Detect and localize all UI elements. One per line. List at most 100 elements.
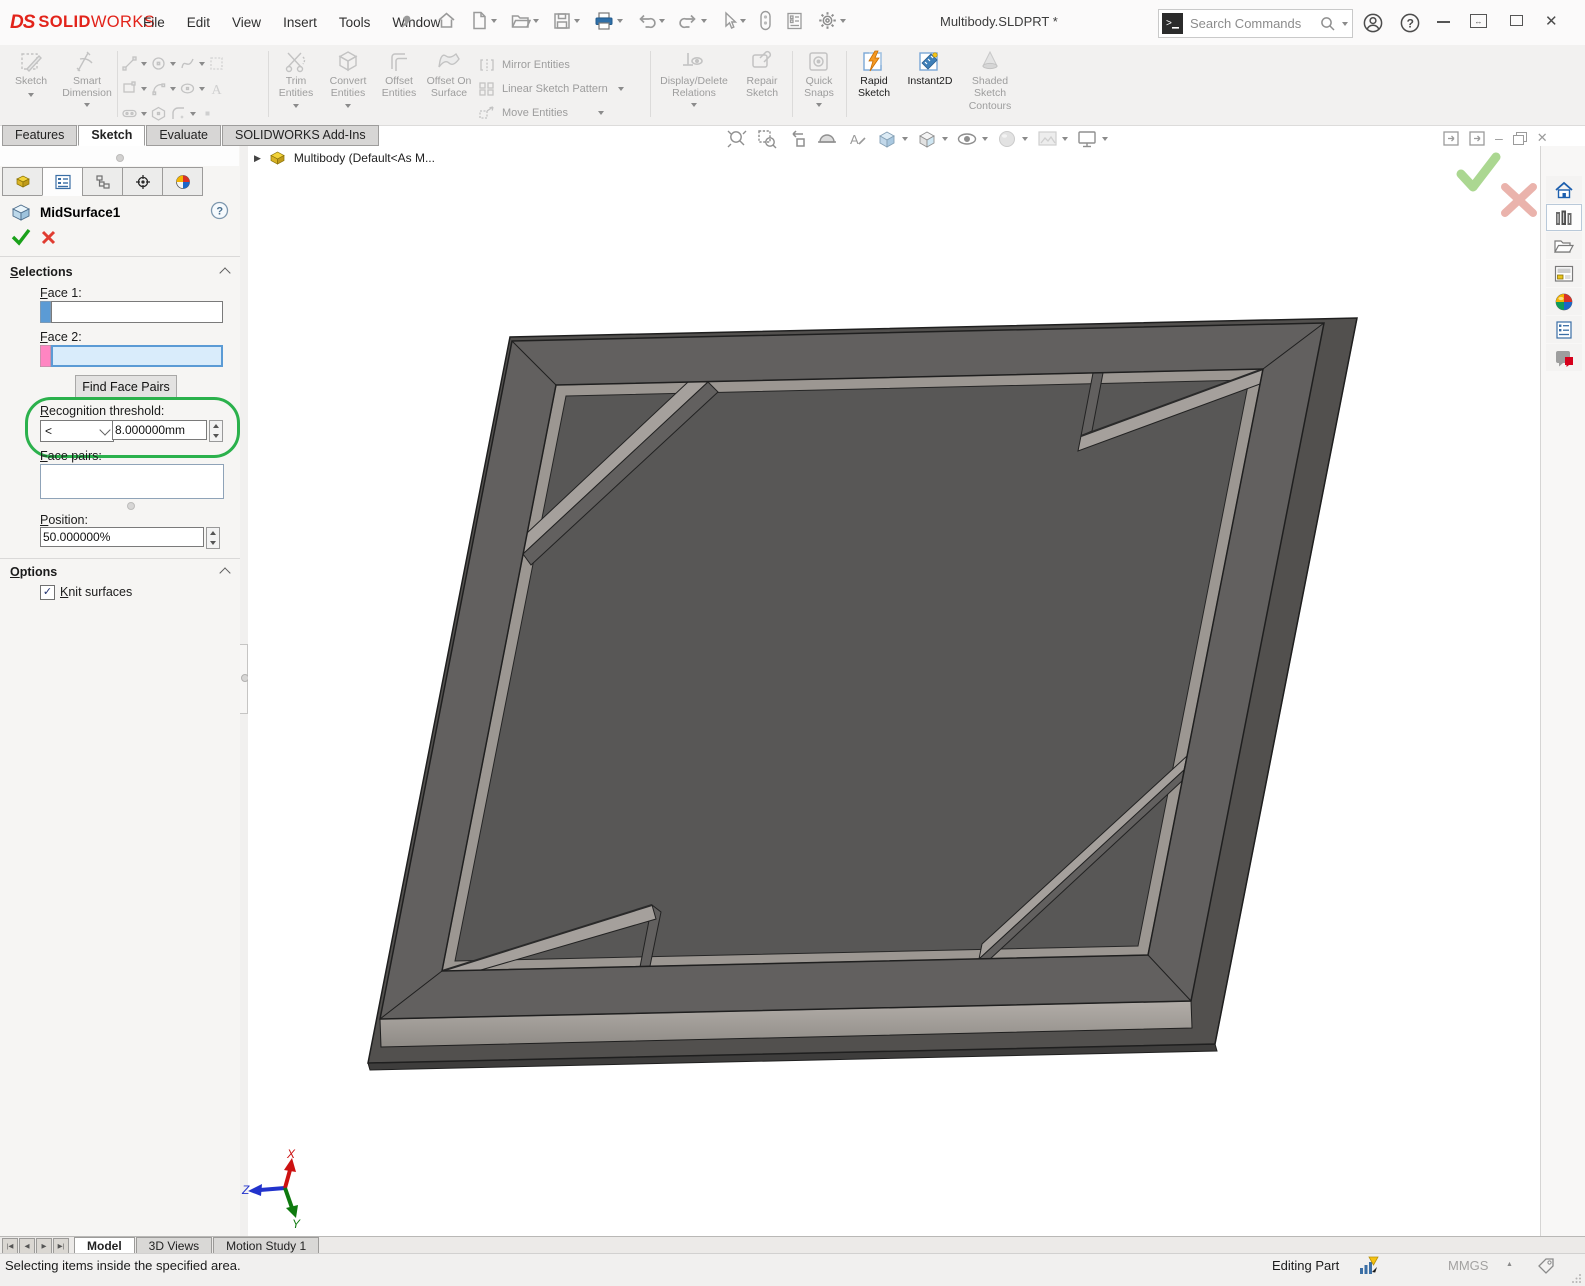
repair-sketch-button[interactable]: Repair Sketch: [736, 49, 788, 100]
annotations-icon[interactable]: A: [846, 128, 868, 150]
search-caret-icon[interactable]: [1342, 22, 1348, 26]
solidworks-forum-icon[interactable]: [1546, 344, 1582, 371]
search-icon[interactable]: [1319, 15, 1337, 33]
linear-sketch-pattern-button[interactable]: Linear Sketch Pattern: [478, 77, 646, 101]
status-units[interactable]: MMGS: [1448, 1258, 1488, 1273]
section-view-icon[interactable]: [816, 128, 838, 150]
nav-next-button[interactable]: ▶: [36, 1238, 52, 1254]
save-button[interactable]: [550, 9, 582, 33]
confirmation-ok-icon[interactable]: [1455, 152, 1501, 192]
select-button[interactable]: [718, 9, 748, 33]
custom-properties-icon[interactable]: [1546, 316, 1582, 343]
nav-last-button[interactable]: ▶|: [53, 1238, 69, 1254]
tab-features[interactable]: Features: [2, 125, 77, 146]
face2-selection-box-active[interactable]: [51, 345, 223, 367]
close-document-icon[interactable]: ✕: [1537, 130, 1548, 146]
collapse-options-icon[interactable]: [219, 567, 230, 578]
offset-on-surface-button[interactable]: Offset On Surface: [424, 49, 474, 100]
previous-view-icon[interactable]: [786, 128, 808, 150]
pin-icon[interactable]: [396, 13, 414, 34]
zoom-to-fit-icon[interactable]: [726, 128, 748, 150]
options-list-icon[interactable]: [783, 9, 806, 33]
open-button[interactable]: [508, 8, 541, 33]
position-value-input[interactable]: [40, 527, 204, 547]
menu-insert[interactable]: Insert: [272, 0, 328, 45]
display-style-button[interactable]: [916, 128, 948, 150]
collapse-selections-icon[interactable]: [219, 267, 230, 278]
search-commands-box[interactable]: >: [1158, 9, 1353, 38]
flyout-feature-tree[interactable]: ▶ Multibody (Default<As M...: [254, 150, 435, 166]
fillet-tool-icon[interactable]: [170, 105, 187, 122]
convert-entities-button[interactable]: Convert Entities: [322, 49, 374, 108]
knit-surfaces-checkbox[interactable]: ✓: [40, 585, 55, 600]
point-tool-icon[interactable]: [199, 105, 216, 122]
appearances-scenes-icon[interactable]: [1546, 288, 1582, 315]
sketch-tool-button[interactable]: Sketch: [6, 49, 56, 97]
panel-resize-grip[interactable]: [116, 154, 124, 162]
caret-down-icon[interactable]: [491, 19, 497, 23]
circle-tool-icon[interactable]: [150, 55, 167, 72]
menu-file[interactable]: File: [132, 0, 176, 45]
task-pane-home-icon[interactable]: [1546, 176, 1582, 203]
design-library-icon[interactable]: [1546, 204, 1582, 231]
edit-appearance-button[interactable]: [996, 128, 1028, 150]
tab-display-manager[interactable]: [162, 167, 203, 196]
new-document-button[interactable]: [468, 8, 499, 33]
tab-feature-manager[interactable]: [2, 167, 43, 196]
print-button[interactable]: [591, 9, 625, 33]
minimize-document-icon[interactable]: –: [1495, 130, 1503, 146]
resize-grip[interactable]: [1572, 1273, 1582, 1283]
offset-entities-button[interactable]: Offset Entities: [376, 49, 422, 100]
listbox-resize-grip[interactable]: [127, 502, 135, 510]
file-explorer-icon[interactable]: [1546, 232, 1582, 259]
tab-configuration-manager[interactable]: [82, 167, 123, 196]
view-orientation-button[interactable]: [876, 128, 908, 150]
zoom-to-area-icon[interactable]: [756, 128, 778, 150]
minimize-button[interactable]: [1437, 21, 1450, 23]
find-face-pairs-button[interactable]: Find Face Pairs: [75, 375, 177, 398]
contour-select-tool-icon[interactable]: [208, 55, 225, 72]
view-settings-button[interactable]: [1076, 128, 1108, 150]
trim-entities-button[interactable]: Trim Entities: [272, 49, 320, 108]
threshold-spinner[interactable]: [209, 420, 223, 442]
tree-expander-icon[interactable]: ▶: [254, 153, 261, 164]
tab-solidworks-add-ins[interactable]: SOLIDWORKS Add-Ins: [222, 125, 379, 146]
menu-view[interactable]: View: [221, 0, 272, 45]
cancel-button[interactable]: [40, 229, 57, 249]
shaded-sketch-contours-button[interactable]: Shaded Sketch Contours: [962, 49, 1018, 112]
options-header[interactable]: Options: [10, 565, 57, 579]
apply-scene-button[interactable]: [1036, 128, 1068, 150]
settings-gear-icon[interactable]: [815, 8, 848, 33]
face1-selection-box[interactable]: [51, 301, 223, 323]
move-entities-button[interactable]: Move Entities: [478, 101, 646, 125]
undo-button[interactable]: [634, 9, 667, 32]
tab-evaluate[interactable]: Evaluate: [146, 125, 221, 146]
tag-icon[interactable]: [1536, 1257, 1556, 1276]
menu-edit[interactable]: Edit: [176, 0, 221, 45]
face-pairs-listbox[interactable]: [40, 464, 224, 499]
nav-prev-button[interactable]: ◀: [19, 1238, 35, 1254]
model-floor-face[interactable]: [455, 380, 1249, 961]
tab-property-manager[interactable]: [42, 167, 83, 196]
view-palette-icon[interactable]: [1546, 260, 1582, 287]
tab-sketch[interactable]: Sketch: [78, 125, 145, 146]
menu-tools[interactable]: Tools: [328, 0, 382, 45]
smart-dimension-button[interactable]: Smart Dimension: [58, 49, 116, 107]
home-button[interactable]: [434, 8, 459, 33]
rectangle-tool-icon[interactable]: [121, 80, 138, 97]
instant2d-button[interactable]: Instant2D: [902, 49, 958, 87]
restore-document-icon[interactable]: [1513, 132, 1527, 144]
tab-dimxpert-manager[interactable]: [122, 167, 163, 196]
tab-3d-views[interactable]: 3D Views: [136, 1237, 212, 1255]
span-displays-button[interactable]: ↔: [1470, 14, 1487, 28]
selections-header[interactable]: Selections: [10, 265, 73, 279]
performance-warning-icon[interactable]: [1358, 1256, 1380, 1275]
tree-root-label[interactable]: Multibody (Default<As M...: [294, 151, 435, 165]
touch-mode-icon[interactable]: [757, 8, 774, 33]
panel-help-icon[interactable]: ?: [210, 201, 229, 223]
threshold-value-input[interactable]: [112, 420, 207, 440]
tab-motion-study-1[interactable]: Motion Study 1: [213, 1237, 319, 1255]
text-tool-icon[interactable]: A: [208, 80, 225, 97]
close-button[interactable]: ✕: [1545, 12, 1558, 30]
search-input[interactable]: [1188, 15, 1314, 32]
